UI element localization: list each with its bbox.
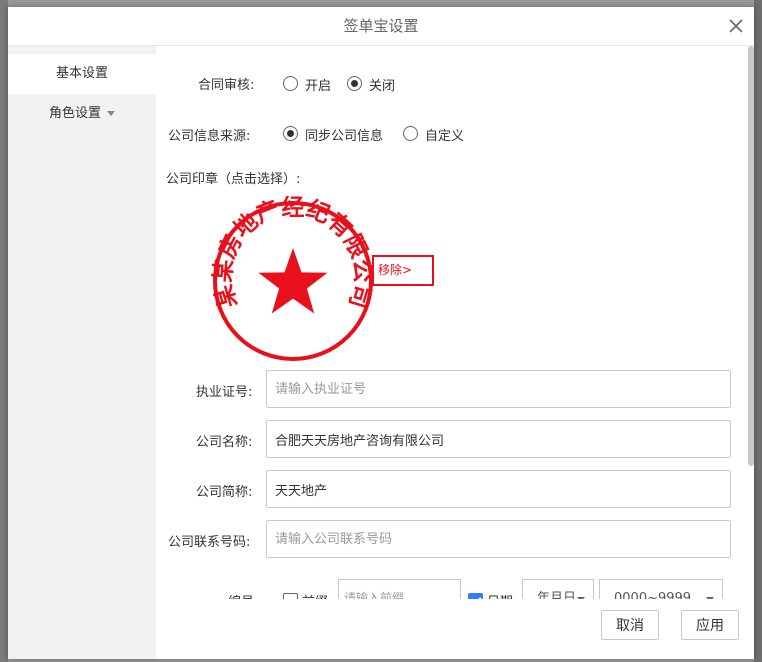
company-info-source-label: 公司信息来源:	[168, 129, 251, 144]
cancel-button[interactable]: 取消	[601, 610, 659, 640]
content-scrollbar[interactable]	[748, 46, 754, 466]
background-window	[0, 0, 8, 662]
radio-label: 同步公司信息	[305, 129, 384, 144]
date-format-select[interactable]: 年月日	[522, 579, 594, 599]
radio-label: 开启	[305, 79, 332, 94]
settings-dialog: 签单宝设置 基本设置 角色设置 合同审核: 开启 关闭 公司信息来源: 同步公司…	[8, 7, 754, 659]
number-range-select[interactable]: 0000~9999	[599, 579, 723, 599]
prefix-input[interactable]	[338, 579, 461, 599]
company-name-input[interactable]	[266, 420, 731, 458]
seal-stamp-icon: 某某房地产经纪有限公司	[209, 194, 376, 361]
remove-seal-link[interactable]: 移除>	[372, 255, 434, 286]
sidebar-item-label: 基本设置	[55, 66, 108, 81]
radio-icon	[283, 76, 298, 91]
license-number-input[interactable]	[266, 370, 731, 408]
dialog-footer: 取消 应用	[156, 599, 754, 659]
number-range-value: 0000~9999	[614, 591, 692, 599]
date-label: 日期	[487, 591, 513, 599]
company-phone-label: 公司联系号码:	[168, 535, 251, 550]
company-phone-input[interactable]	[266, 520, 731, 558]
numbering-label: 编号:	[228, 591, 258, 599]
company-short-name-label: 公司简称:	[196, 485, 253, 500]
sidebar: 基本设置 角色设置	[8, 46, 156, 659]
dialog-titlebar: 签单宝设置	[8, 7, 754, 46]
apply-button[interactable]: 应用	[681, 610, 739, 640]
company-name-label: 公司名称:	[196, 435, 253, 450]
radio-checked-icon	[347, 76, 362, 91]
sidebar-item-role-settings[interactable]: 角色设置	[8, 94, 156, 134]
prefix-label: 前缀	[302, 591, 328, 599]
company-short-name-input[interactable]	[266, 470, 731, 508]
radio-checked-icon	[283, 126, 298, 141]
company-seal[interactable]: 某某房地产经纪有限公司	[208, 194, 378, 366]
radio-label: 关闭	[369, 79, 396, 94]
seal-star	[258, 248, 328, 314]
dialog-title: 签单宝设置	[343, 17, 419, 35]
contract-review-label: 合同审核:	[198, 78, 255, 93]
settings-form: 合同审核: 开启 关闭 公司信息来源: 同步公司信息 自定义 公司印章（点击选择…	[156, 46, 746, 599]
radio-icon	[403, 126, 418, 141]
chevron-down-icon	[107, 111, 115, 116]
company-seal-label: 公司印章（点击选择）:	[166, 172, 301, 187]
close-icon	[729, 19, 743, 33]
close-button[interactable]	[724, 14, 748, 38]
background-window-right	[754, 0, 762, 662]
sidebar-item-basic-settings[interactable]: 基本设置	[8, 54, 156, 94]
license-number-label: 执业证号:	[196, 385, 253, 400]
sidebar-item-label: 角色设置	[48, 106, 101, 121]
radio-label: 自定义	[425, 129, 465, 144]
